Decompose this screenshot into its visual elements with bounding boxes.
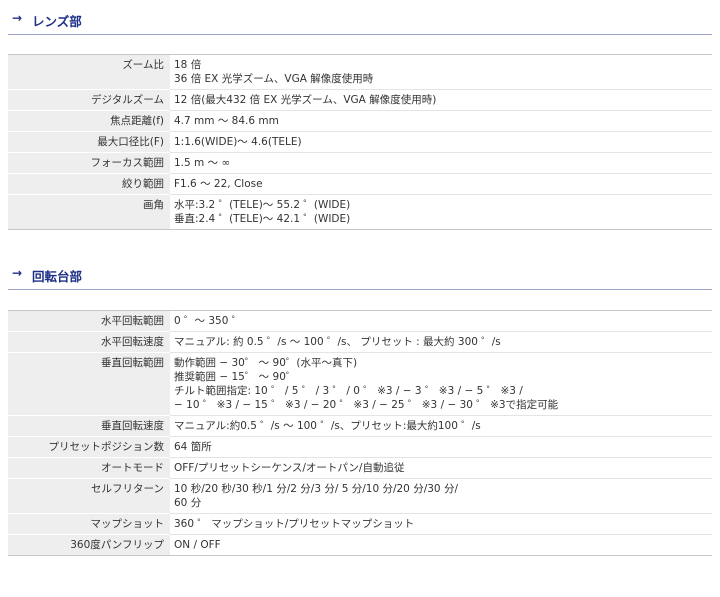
table-row: 垂直回転範囲 動作範囲 − 30゜ 〜 90゜(水平〜真下) 推奨範囲 − 15゜ … [8,352,712,416]
spec-value: マニュアル:約0.5 ゜/s 〜 100 ゜/s、プリセット:最大約100 ゜/… [170,415,712,437]
spec-value-line: 水平:3.2 ゜(TELE)〜 55.2 ゜(WIDE) [174,199,351,211]
spec-value: 1.5 m 〜 ∞ [170,152,712,174]
spec-value: OFF/プリセットシーケンス/オートパン/自動追従 [170,457,712,479]
spec-value: マニュアル: 約 0.5 ゜/s 〜 100 ゜/s、 プリセット : 最大約 … [170,331,712,353]
spec-value-line: 12 倍(最大432 倍 EX 光学ズーム、VGA 解像度使用時) [174,94,437,106]
spec-value: 0 ゜〜 350 ゜ [170,310,712,332]
spec-value: 64 箇所 [170,436,712,458]
spec-value: 10 秒/20 秒/30 秒/1 分/2 分/3 分/ 5 分/10 分/20 … [170,478,712,514]
arrow-right-icon: → [12,11,23,25]
table-row: 360度パンフリップ ON / OFF [8,534,712,556]
spec-value: 12 倍(最大432 倍 EX 光学ズーム、VGA 解像度使用時) [170,89,712,111]
spec-label: フォーカス範囲 [8,152,170,174]
spec-value-line: 4.7 mm 〜 84.6 mm [174,115,279,127]
spec-value: 水平:3.2 ゜(TELE)〜 55.2 ゜(WIDE) 垂直:2.4 ゜(TEL… [170,194,712,230]
table-row: 絞り範囲 F1.6 〜 22, Close [8,173,712,195]
table-row: 画角 水平:3.2 ゜(TELE)〜 55.2 ゜(WIDE) 垂直:2.4 ゜(T… [8,194,712,230]
spec-label: デジタルズーム [8,89,170,111]
table-row: セルフリターン 10 秒/20 秒/30 秒/1 分/2 分/3 分/ 5 分/1… [8,478,712,514]
spec-value: 4.7 mm 〜 84.6 mm [170,110,712,132]
spec-label: 最大口径比(F) [8,131,170,153]
table-row: 焦点距離(f) 4.7 mm 〜 84.6 mm [8,110,712,132]
table-row: ズーム比 18 倍 36 倍 EX 光学ズーム、VGA 解像度使用時 [8,54,712,90]
divider [8,34,712,35]
spec-label: 水平回転速度 [8,331,170,353]
spec-label: 絞り範囲 [8,173,170,195]
spec-value-line: チルト範囲指定: 10 ゜ / 5 ゜ / 3 ゜ / 0 ゜ ※3 / − 3… [174,385,523,397]
spec-label: マップショット [8,513,170,535]
spec-value-line: F1.6 〜 22, Close [174,178,263,190]
spec-label: 画角 [8,194,170,230]
spec-label: 焦点距離(f) [8,110,170,132]
spec-label: 360度パンフリップ [8,534,170,556]
spec-value-line: 動作範囲 − 30゜ 〜 90゜(水平〜真下) [174,357,358,369]
table-row: オートモード OFF/プリセットシーケンス/オートパン/自動追従 [8,457,712,479]
spec-value-line: 1:1.6(WIDE)〜 4.6(TELE) [174,136,302,148]
section-header-pan-tilt: → 回転台部 [8,263,712,287]
spec-value-line: 36 倍 EX 光学ズーム、VGA 解像度使用時 [174,73,374,85]
spec-value-line: マニュアル:約0.5 ゜/s 〜 100 ゜/s、プリセット:最大約100 ゜/… [174,420,481,432]
table-row: デジタルズーム 12 倍(最大432 倍 EX 光学ズーム、VGA 解像度使用時) [8,89,712,111]
spec-value-line: 0 ゜〜 350 ゜ [174,315,243,327]
spec-value-line: 64 箇所 [174,441,212,453]
spec-value-line: マニュアル: 約 0.5 ゜/s 〜 100 ゜/s、 プリセット : 最大約 … [174,336,501,348]
spec-value: 1:1.6(WIDE)〜 4.6(TELE) [170,131,712,153]
section-header-lens: → レンズ部 [8,8,712,32]
table-row: フォーカス範囲 1.5 m 〜 ∞ [8,152,712,174]
spec-label: セルフリターン [8,478,170,514]
spec-label: プリセットポジション数 [8,436,170,458]
section-title: レンズ部 [32,14,82,29]
spec-value-line: ON / OFF [174,539,221,551]
spec-label: 垂直回転速度 [8,415,170,437]
spec-value-line: 推奨範囲 − 15゜ 〜 90゜ [174,371,297,383]
spec-label: 水平回転範囲 [8,310,170,332]
section-title: 回転台部 [32,269,83,284]
spec-value-line: − 10 ゜ ※3 / − 15 ゜ ※3 / − 20 ゜ ※3 / − 25… [174,399,559,411]
divider [8,289,712,290]
spec-value: ON / OFF [170,534,712,556]
table-row: 垂直回転速度 マニュアル:約0.5 ゜/s 〜 100 ゜/s、プリセット:最大約… [8,415,712,437]
spec-value: 18 倍 36 倍 EX 光学ズーム、VGA 解像度使用時 [170,54,712,90]
lens-spec-table: ズーム比 18 倍 36 倍 EX 光学ズーム、VGA 解像度使用時 デジタルズーム 1… [8,54,712,230]
table-row: 水平回転速度 マニュアル: 約 0.5 ゜/s 〜 100 ゜/s、 プリセット … [8,331,712,353]
spec-value-line: 60 分 [174,497,202,509]
spec-value-line: 1.5 m 〜 ∞ [174,157,231,169]
spec-value-line: 18 倍 [174,59,202,71]
table-row: 最大口径比(F) 1:1.6(WIDE)〜 4.6(TELE) [8,131,712,153]
pan-tilt-spec-table: 水平回転範囲 0 ゜〜 350 ゜水平回転速度 マニュアル: 約 0.5 ゜/s 〜… [8,310,712,556]
table-row: マップショット 360 ゜ マップショット/プリセットマップショット [8,513,712,535]
spec-label: 垂直回転範囲 [8,352,170,416]
spec-value-line: 360 ゜ マップショット/プリセットマップショット [174,518,415,530]
spec-label: ズーム比 [8,54,170,90]
table-row: 水平回転範囲 0 ゜〜 350 ゜ [8,310,712,332]
spec-value: 360 ゜ マップショット/プリセットマップショット [170,513,712,535]
spec-value: 動作範囲 − 30゜ 〜 90゜(水平〜真下) 推奨範囲 − 15゜ 〜 90゜チ… [170,352,712,416]
spec-value-line: 垂直:2.4 ゜(TELE)〜 42.1 ゜(WIDE) [174,213,351,225]
arrow-right-icon: → [12,266,23,280]
spec-label: オートモード [8,457,170,479]
spec-value-line: OFF/プリセットシーケンス/オートパン/自動追従 [174,462,405,474]
spec-value-line: 10 秒/20 秒/30 秒/1 分/2 分/3 分/ 5 分/10 分/20 … [174,483,458,495]
spec-value: F1.6 〜 22, Close [170,173,712,195]
table-row: プリセットポジション数 64 箇所 [8,436,712,458]
